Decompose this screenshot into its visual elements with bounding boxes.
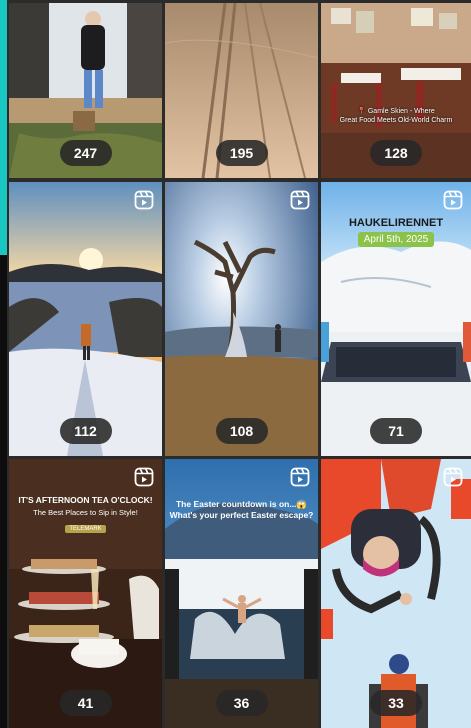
- view-count-badge: 128: [370, 140, 422, 166]
- left-edge-strip: [0, 255, 7, 728]
- tea-subtitle: The Best Places to Sip in Style!: [33, 508, 138, 517]
- caption-line-2: Great Food Meets Old-World Charm: [339, 117, 453, 124]
- grid-post-9[interactable]: 33: [321, 459, 471, 728]
- region-tag: TELEMARK: [65, 525, 106, 533]
- media-grid: 247 195 📍 Gamle Skien - Where Great Food…: [9, 3, 471, 728]
- view-count-badge: 108: [215, 418, 268, 444]
- grid-post-1[interactable]: 247: [9, 3, 162, 178]
- view-count-badge: 195: [215, 140, 268, 166]
- reel-icon: [290, 467, 310, 487]
- view-count-badge: 247: [59, 140, 112, 166]
- easter-overlay: The Easter countdown is on...😱 What's yo…: [165, 499, 318, 521]
- reel-icon: [443, 190, 463, 210]
- reel-icon: [290, 190, 310, 210]
- view-count-badge: 41: [59, 690, 112, 716]
- view-count-badge: 71: [370, 418, 422, 444]
- location-caption: 📍 Gamle Skien - Where Great Food Meets O…: [321, 107, 471, 125]
- event-name: HAUKELIRENNET: [348, 217, 444, 229]
- caption-line-1: 📍 Gamle Skien - Where: [357, 108, 435, 115]
- grid-post-3[interactable]: 📍 Gamle Skien - Where Great Food Meets O…: [321, 3, 471, 178]
- grid-post-7[interactable]: IT'S AFTERNOON TEA O'CLOCK! The Best Pla…: [9, 459, 162, 728]
- event-label: HAUKELIRENNET April 5th, 2025: [321, 217, 471, 247]
- grid-post-6[interactable]: HAUKELIRENNET April 5th, 2025 71: [321, 182, 471, 456]
- reel-icon: [443, 467, 463, 487]
- post-thumbnail: [9, 182, 162, 456]
- view-count-badge: 36: [215, 690, 268, 716]
- tea-overlay: IT'S AFTERNOON TEA O'CLOCK! The Best Pla…: [9, 495, 162, 535]
- reel-icon: [134, 190, 154, 210]
- left-accent-bar: [0, 0, 7, 255]
- grid-post-4[interactable]: 112: [9, 182, 162, 456]
- tea-title: IT'S AFTERNOON TEA O'CLOCK!: [18, 495, 153, 505]
- reel-icon: [134, 467, 154, 487]
- post-thumbnail: [321, 459, 471, 728]
- view-count-badge: 112: [59, 418, 112, 444]
- easter-line-1: The Easter countdown is on...😱: [175, 499, 307, 509]
- grid-post-2[interactable]: 195: [165, 3, 318, 178]
- grid-post-5[interactable]: 108: [165, 182, 318, 456]
- easter-line-2: What's your perfect Easter escape?: [169, 510, 314, 520]
- post-thumbnail: [165, 182, 318, 456]
- event-date: April 5th, 2025: [357, 232, 435, 247]
- view-count-badge: 33: [370, 690, 422, 716]
- grid-post-8[interactable]: The Easter countdown is on...😱 What's yo…: [165, 459, 318, 728]
